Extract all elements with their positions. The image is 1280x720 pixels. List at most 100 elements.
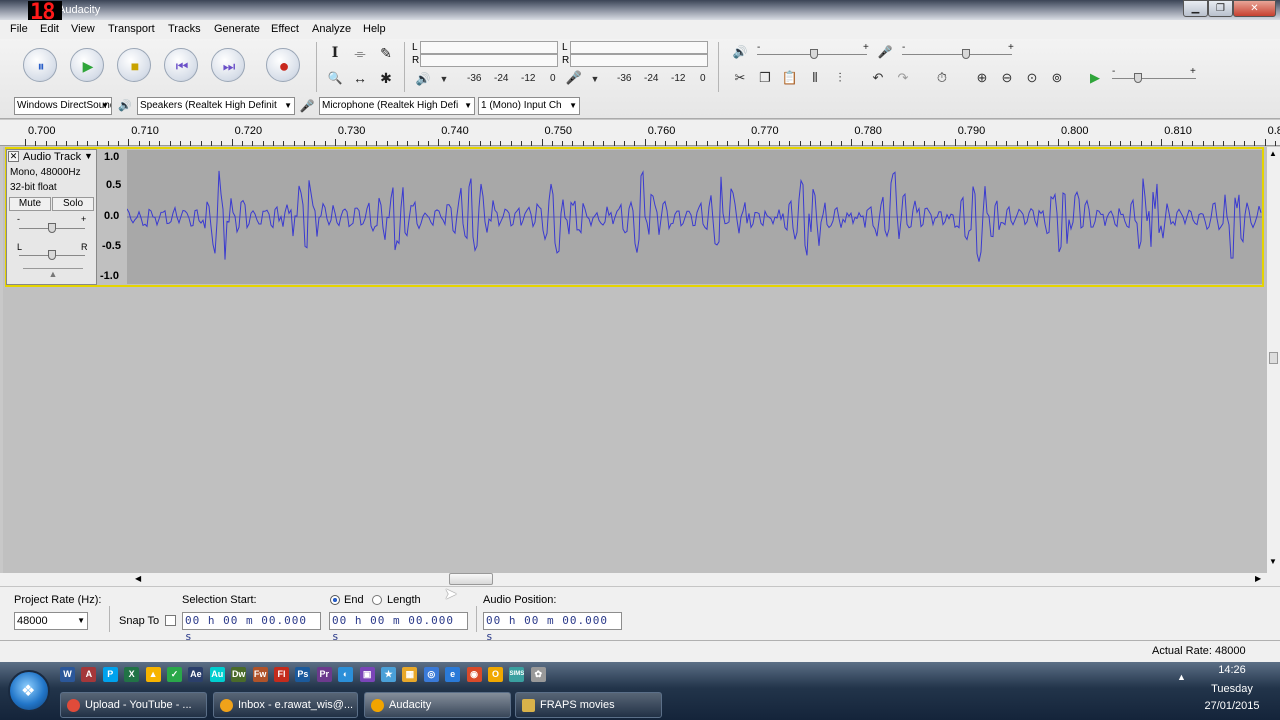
- task-fraps[interactable]: FRAPS movies: [515, 692, 662, 718]
- selection-tool-icon[interactable]: I: [324, 43, 346, 63]
- output-volume-thumb[interactable]: [810, 49, 818, 59]
- cut-icon[interactable]: ✂: [730, 68, 750, 88]
- playback-meter-left[interactable]: [420, 41, 558, 54]
- track-name-menu[interactable]: Audio Track: [23, 151, 81, 163]
- fit-project-icon[interactable]: ⊚: [1047, 68, 1067, 88]
- maximize-button[interactable]: ❐: [1208, 0, 1233, 17]
- quicklaunch-icon[interactable]: Pr: [316, 667, 332, 682]
- track-control-panel[interactable]: ✕ Audio Track ▼ Mono, 48000Hz 32-bit flo…: [6, 149, 97, 285]
- track-close-button[interactable]: ✕: [8, 151, 19, 162]
- chevron-down-icon[interactable]: ▼: [84, 151, 93, 161]
- play-speed-thumb[interactable]: [1134, 73, 1142, 83]
- zoom-in-icon[interactable]: ⊕: [972, 68, 992, 88]
- scroll-right-icon[interactable]: ▶: [1255, 574, 1261, 583]
- paste-icon[interactable]: 📋: [780, 68, 800, 88]
- skip-end-button[interactable]: ⏭: [211, 48, 245, 82]
- menu-edit[interactable]: Edit: [40, 23, 59, 35]
- quicklaunch-icon[interactable]: e: [445, 667, 461, 682]
- quicklaunch-icon[interactable]: ◎: [423, 667, 439, 682]
- zoom-out-icon[interactable]: ⊖: [997, 68, 1017, 88]
- start-button[interactable]: ❖: [8, 670, 50, 712]
- record-meter-left[interactable]: [570, 41, 708, 54]
- quicklaunch-icon[interactable]: ✓: [167, 667, 182, 682]
- input-volume-thumb[interactable]: [962, 49, 970, 59]
- timeshift-tool-icon[interactable]: ↔: [349, 68, 371, 88]
- pan-thumb[interactable]: [48, 250, 56, 260]
- menu-tracks[interactable]: Tracks: [168, 23, 201, 35]
- output-device-select[interactable]: Speakers (Realtek High Definit ▼: [137, 97, 295, 115]
- vertical-scrollbar[interactable]: ▲ ▼: [1267, 147, 1280, 573]
- gain-thumb[interactable]: [48, 223, 56, 233]
- input-volume-slider[interactable]: [902, 54, 1012, 55]
- copy-icon[interactable]: ❐: [755, 68, 775, 88]
- task-inbox[interactable]: Inbox - e.rawat_wis@...: [213, 692, 358, 718]
- zoom-tool-icon[interactable]: 🔍: [324, 68, 346, 88]
- scroll-down-icon[interactable]: ▼: [1269, 557, 1277, 566]
- audio-position-field[interactable]: 00 h 00 m 00.000 s: [483, 612, 622, 643]
- quicklaunch-icon[interactable]: O: [488, 667, 503, 682]
- speaker-icon[interactable]: 🔊: [413, 69, 433, 89]
- record-button[interactable]: ●: [266, 48, 300, 82]
- quicklaunch-icon[interactable]: ◉: [466, 667, 482, 682]
- quicklaunch-icon[interactable]: X: [124, 667, 140, 682]
- draw-tool-icon[interactable]: ✎: [375, 43, 397, 63]
- project-rate-select[interactable]: 48000 ▼: [14, 612, 88, 630]
- task-audacity[interactable]: Audacity: [364, 692, 511, 718]
- tray-expand-icon[interactable]: ▲: [1177, 672, 1186, 682]
- input-device-select[interactable]: Microphone (Realtek High Defi ▼: [319, 97, 475, 115]
- chevron-down-icon[interactable]: ▼: [434, 69, 454, 89]
- quicklaunch-icon[interactable]: ✿: [530, 667, 546, 682]
- selection-end-field[interactable]: 00 h 00 m 00.000 s: [329, 612, 468, 643]
- quicklaunch-icon[interactable]: ▦: [402, 667, 418, 682]
- quicklaunch-icon[interactable]: ▣: [359, 667, 375, 682]
- play-speed-slider[interactable]: [1112, 78, 1196, 79]
- selection-start-field[interactable]: 00 h 00 m 00.000 s: [182, 612, 321, 643]
- quicklaunch-icon[interactable]: ★: [381, 667, 396, 682]
- quicklaunch-icon[interactable]: Dw: [231, 667, 247, 682]
- quicklaunch-icon[interactable]: Au: [209, 667, 225, 682]
- sync-lock-icon[interactable]: ⏱: [932, 68, 952, 88]
- quicklaunch-icon[interactable]: A: [81, 667, 97, 682]
- menu-file[interactable]: File: [10, 23, 28, 35]
- chevron-down-icon[interactable]: ▼: [585, 69, 605, 89]
- undo-icon[interactable]: ↶: [868, 68, 888, 88]
- end-radio[interactable]: [330, 595, 340, 605]
- task-youtube[interactable]: Upload - YouTube - ...: [60, 692, 207, 718]
- menu-effect[interactable]: Effect: [271, 23, 299, 35]
- skip-start-button[interactable]: ⏮: [164, 48, 198, 82]
- quicklaunch-icon[interactable]: Ps: [295, 667, 311, 682]
- fit-selection-icon[interactable]: ⊙: [1022, 68, 1042, 88]
- quicklaunch-icon[interactable]: SIMS: [509, 667, 525, 682]
- silence-icon[interactable]: ⫶: [830, 68, 850, 88]
- play-button[interactable]: ▶: [70, 48, 104, 82]
- playback-meter-right[interactable]: [420, 54, 558, 67]
- quicklaunch-icon[interactable]: ▲: [145, 667, 161, 682]
- length-radio[interactable]: [372, 595, 382, 605]
- vertical-scroll-thumb[interactable]: [1269, 352, 1278, 364]
- multi-tool-icon[interactable]: ✱: [375, 68, 397, 88]
- quicklaunch-icon[interactable]: Fw: [252, 667, 268, 682]
- quicklaunch-icon[interactable]: P: [102, 667, 118, 682]
- horizontal-scrollbar[interactable]: ◀ ▶: [0, 573, 1280, 586]
- quicklaunch-icon[interactable]: Ae: [188, 667, 204, 682]
- menu-analyze[interactable]: Analyze: [312, 23, 351, 35]
- quicklaunch-icon[interactable]: Fl: [274, 667, 289, 682]
- quicklaunch-icon[interactable]: W: [60, 667, 75, 682]
- scroll-up-icon[interactable]: ▲: [1269, 149, 1277, 158]
- pause-button[interactable]: ⏸: [23, 48, 57, 82]
- host-select[interactable]: Windows DirectSound ▼: [14, 97, 112, 115]
- stop-button[interactable]: ■: [117, 48, 151, 82]
- menu-view[interactable]: View: [71, 23, 95, 35]
- menu-generate[interactable]: Generate: [214, 23, 260, 35]
- waveform-display[interactable]: [126, 150, 1262, 284]
- play-at-speed-icon[interactable]: ▶: [1085, 68, 1105, 88]
- input-channels-select[interactable]: 1 (Mono) Input Ch ▼: [478, 97, 580, 115]
- snap-to-checkbox[interactable]: [165, 615, 176, 626]
- record-meter-right[interactable]: [570, 54, 708, 67]
- quicklaunch-icon[interactable]: ◐: [338, 667, 354, 682]
- microphone-icon[interactable]: 🎤: [564, 68, 584, 88]
- trim-icon[interactable]: ⫴: [805, 68, 825, 88]
- mute-button[interactable]: Mute: [9, 197, 51, 211]
- collapse-track-button[interactable]: ▲: [23, 268, 83, 282]
- redo-icon[interactable]: ↷: [893, 68, 913, 88]
